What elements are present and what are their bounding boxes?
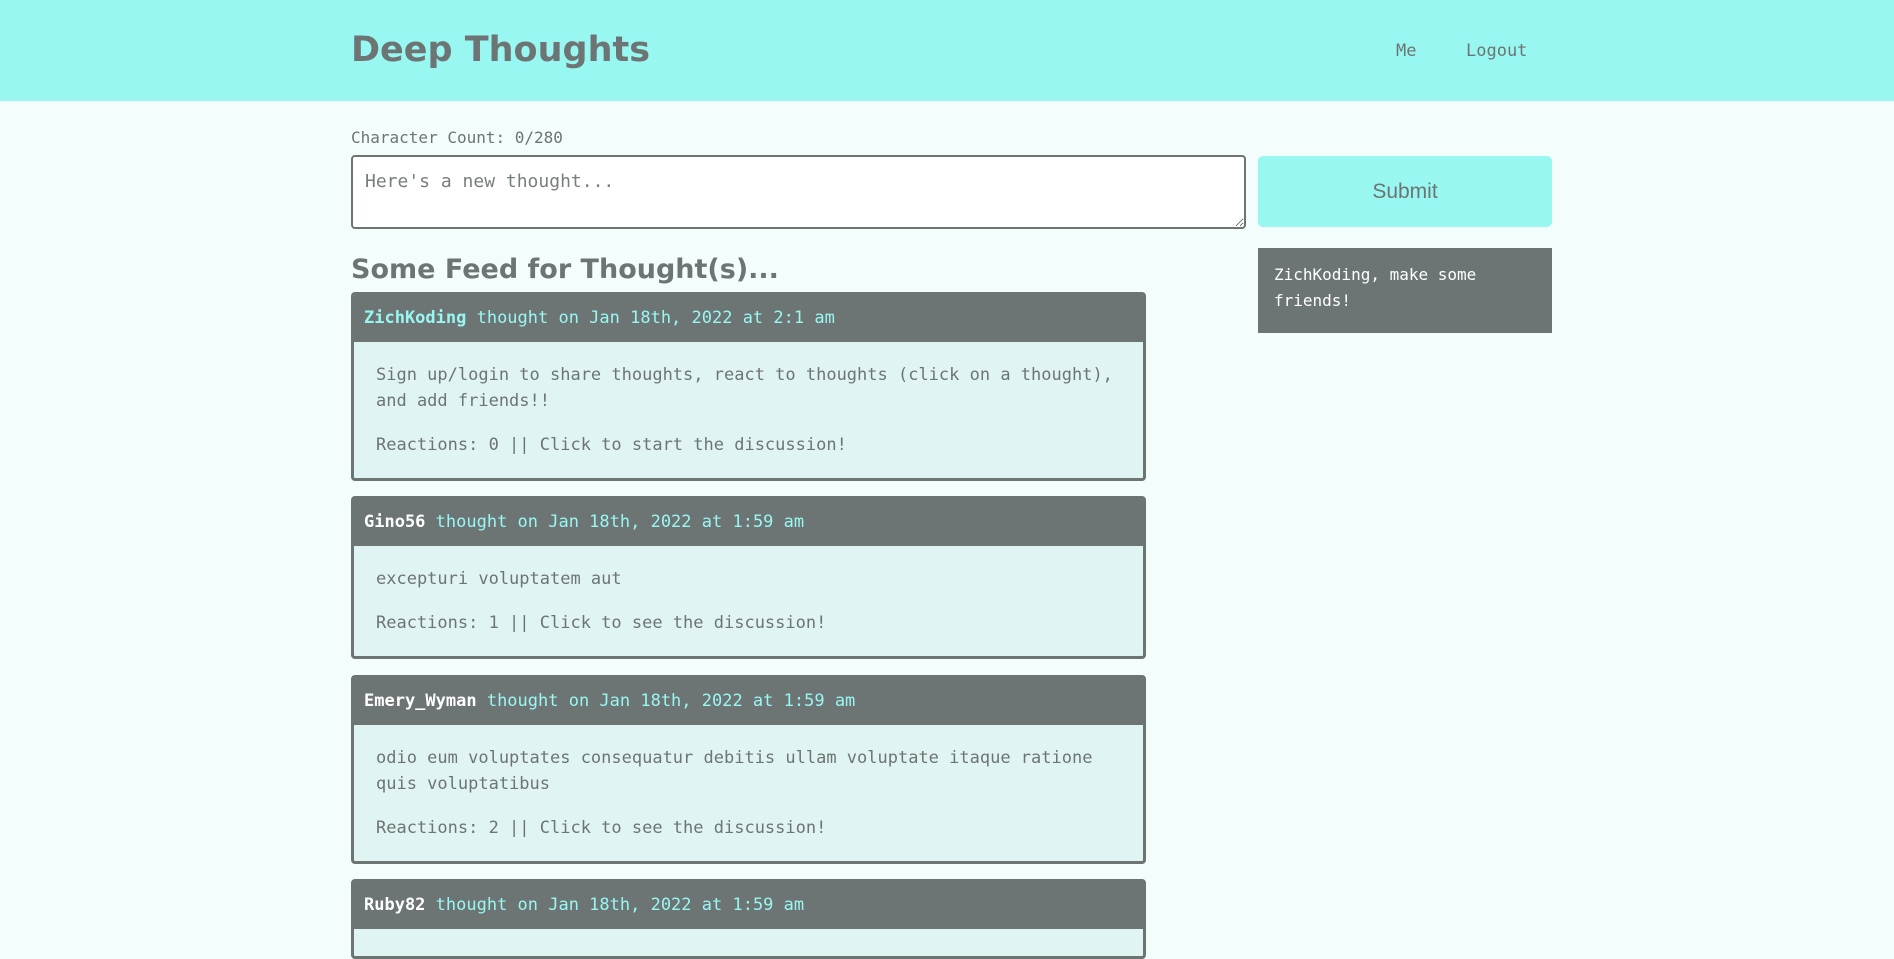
thought-card-body[interactable]: excepturi voluptatem aut Reactions: 1 ||…	[354, 546, 1143, 636]
thought-reactions-link[interactable]: Reactions: 2 || Click to see the discuss…	[376, 815, 1121, 841]
friends-panel: ZichKoding, make some friends!	[1258, 248, 1552, 333]
thought-card-header: Ruby82 thought on Jan 18th, 2022 at 1:59…	[354, 882, 1143, 929]
site-header: Deep Thoughts Me Logout	[0, 0, 1894, 101]
thought-card: Ruby82 thought on Jan 18th, 2022 at 1:59…	[351, 879, 1146, 959]
thought-author-link[interactable]: Ruby82	[364, 895, 425, 915]
thought-timestamp: thought on Jan 18th, 2022 at 1:59 am	[425, 895, 805, 915]
thought-text: odio eum voluptates consequatur debitis …	[376, 748, 1093, 794]
site-logo-link[interactable]: Deep Thoughts	[351, 26, 650, 74]
thought-reactions-link[interactable]: Reactions: 1 || Click to see the discuss…	[376, 610, 1121, 636]
thought-card-header: Emery_Wyman thought on Jan 18th, 2022 at…	[354, 678, 1143, 725]
thought-author-link[interactable]: ZichKoding	[364, 308, 466, 328]
nav-logout-link[interactable]: Logout	[1466, 40, 1527, 62]
nav-me-link[interactable]: Me	[1396, 40, 1416, 62]
thought-card-header: ZichKoding thought on Jan 18th, 2022 at …	[354, 295, 1143, 342]
thought-card: ZichKoding thought on Jan 18th, 2022 at …	[351, 292, 1146, 481]
thought-timestamp: thought on Jan 18th, 2022 at 1:59 am	[476, 691, 856, 711]
thought-card-header: Gino56 thought on Jan 18th, 2022 at 1:59…	[354, 499, 1143, 546]
feed-title: Some Feed for Thought(s)...	[351, 254, 779, 285]
submit-button[interactable]: Submit	[1258, 156, 1552, 227]
thought-input[interactable]	[351, 155, 1246, 229]
thought-text: Sign up/login to share thoughts, react t…	[376, 365, 1113, 411]
thought-card-body[interactable]: Sign up/login to share thoughts, react t…	[354, 342, 1143, 458]
thought-card-body[interactable]: odio eum voluptates consequatur debitis …	[354, 725, 1143, 841]
thought-timestamp: thought on Jan 18th, 2022 at 2:1 am	[466, 308, 835, 328]
thought-card: Emery_Wyman thought on Jan 18th, 2022 at…	[351, 675, 1146, 864]
thought-author-link[interactable]: Gino56	[364, 512, 425, 532]
thought-author-link[interactable]: Emery_Wyman	[364, 691, 477, 711]
thought-timestamp: thought on Jan 18th, 2022 at 1:59 am	[425, 512, 805, 532]
thought-text: excepturi voluptatem aut	[376, 569, 622, 589]
character-count: Character Count: 0/280	[351, 128, 563, 147]
thought-reactions-link[interactable]: Reactions: 0 || Click to start the discu…	[376, 432, 1121, 458]
thought-card: Gino56 thought on Jan 18th, 2022 at 1:59…	[351, 496, 1146, 659]
